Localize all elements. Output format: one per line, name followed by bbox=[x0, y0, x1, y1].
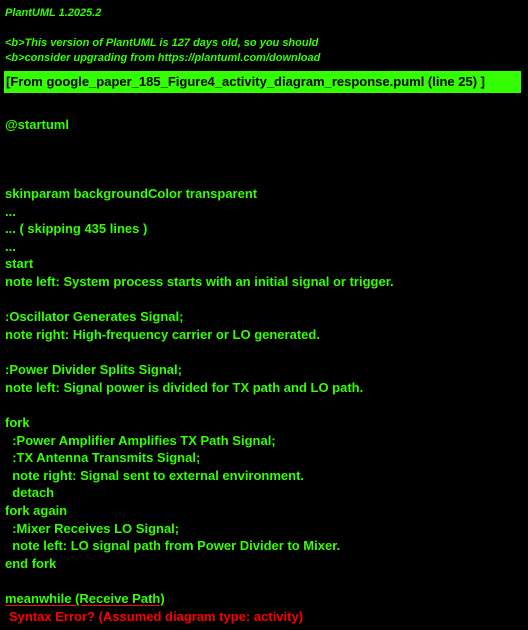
source-line-power-divider: :Power Divider Splits Signal; bbox=[5, 362, 182, 377]
version-warning-line-2: <b>consider upgrading from https://plant… bbox=[5, 52, 321, 64]
error-source-line: meanwhile (Receive Path) bbox=[5, 591, 165, 606]
source-line-start: start bbox=[5, 256, 34, 271]
source-line-note-mixer: note left: LO signal path from Power Div… bbox=[5, 538, 341, 553]
source-line-oscillator: :Oscillator Generates Signal; bbox=[5, 309, 184, 324]
plantuml-version-title: PlantUML 1.2025.2 bbox=[5, 7, 102, 19]
source-line-ellipsis-1: ... bbox=[5, 204, 16, 219]
source-line-fork-again: fork again bbox=[5, 503, 68, 518]
source-line-tx-antenna: :TX Antenna Transmits Signal; bbox=[5, 450, 201, 465]
syntax-error-message: Syntax Error? (Assumed diagram type: act… bbox=[9, 609, 304, 624]
source-line-fork: fork bbox=[5, 415, 30, 430]
source-line-power-amplifier: :Power Amplifier Amplifies TX Path Signa… bbox=[5, 433, 276, 448]
source-file-banner: [From google_paper_185_Figure4_activity_… bbox=[4, 71, 521, 93]
source-line-note-start: note left: System process starts with an… bbox=[5, 274, 394, 289]
source-line-skinparam: skinparam backgroundColor transparent bbox=[5, 186, 258, 201]
source-line-note-oscillator: note right: High-frequency carrier or LO… bbox=[5, 327, 320, 342]
source-line-detach: detach bbox=[5, 485, 55, 500]
source-line-end-fork: end fork bbox=[5, 556, 57, 571]
source-line-startuml: @startuml bbox=[5, 117, 69, 132]
source-line-note-tx: note right: Signal sent to external envi… bbox=[5, 468, 305, 483]
source-line-ellipsis-2: ... bbox=[5, 239, 16, 254]
source-line-note-power-divider: note left: Signal power is divided for T… bbox=[5, 380, 364, 395]
source-line-skipping: ... ( skipping 435 lines ) bbox=[5, 221, 148, 236]
version-warning-line-1: <b>This version of PlantUML is 127 days … bbox=[5, 37, 319, 49]
source-line-mixer: :Mixer Receives LO Signal; bbox=[5, 521, 180, 536]
